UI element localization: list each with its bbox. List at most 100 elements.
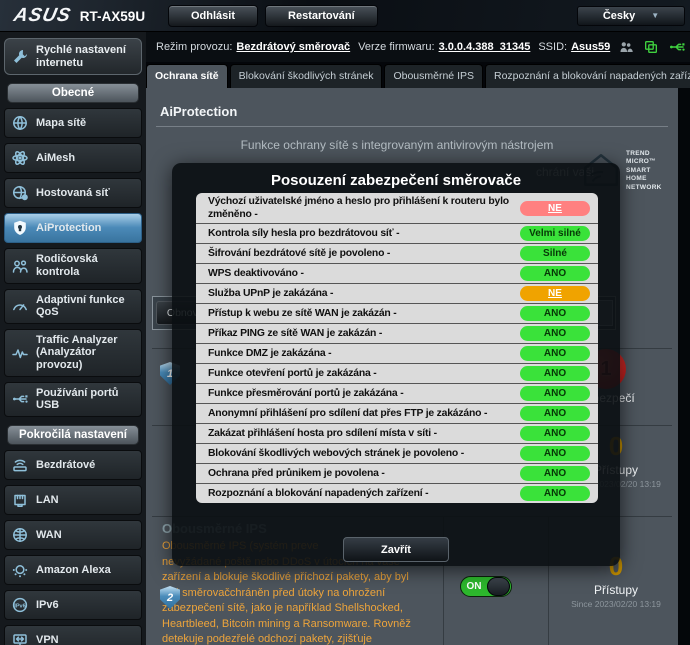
security-check-label: Funkce přesměrování portů je zakázána - xyxy=(208,387,520,400)
modal-title: Posouzení zabezpečení směrovače xyxy=(172,172,620,189)
lan-icon xyxy=(10,491,30,509)
tab-rozpozn-n-a-blokov-n-napaden-ch-za-zen-[interactable]: Rozpoznání a blokování napadených zaříze… xyxy=(485,64,690,88)
status-icons xyxy=(618,38,686,56)
toggle-knob xyxy=(487,577,510,596)
usb-icon[interactable] xyxy=(668,38,686,56)
sidebar-item-amazon-alexa[interactable]: Amazon Alexa xyxy=(4,555,142,585)
brand: ASUS RT-AX59U xyxy=(0,5,168,27)
tab-blokov-n-kodliv-ch-str-nek[interactable]: Blokování škodlivých stránek xyxy=(230,64,383,88)
status-badge: ANO xyxy=(520,266,590,281)
page-title: AiProtection xyxy=(160,104,237,119)
wrench-icon xyxy=(10,48,30,66)
sidebar-item-adaptivn-funkce-qos[interactable]: Adaptivní funkce QoS xyxy=(4,289,142,324)
tab-bar: Ochrana sítěBlokování škodlivých stránek… xyxy=(146,62,690,88)
top-bar: ASUS RT-AX59U Odhlásit Restartování Česk… xyxy=(0,0,690,32)
security-check-row: Zakázat přihlášení hosta pro sdílení mís… xyxy=(196,423,598,443)
sidebar-item-label: Mapa sítě xyxy=(36,117,86,130)
security-check-label: Rozpoznání a blokování napadených zaříze… xyxy=(208,487,520,500)
sidebar-item-vpn[interactable]: VPN xyxy=(4,625,142,645)
sidebar-item-traffic-analyzer-analyz-tor-provozu-[interactable]: Traffic Analyzer (Analyzátor provozu) xyxy=(4,329,142,377)
sidebar-item-label: AiMesh xyxy=(36,152,75,165)
tab-ochrana-s-t-[interactable]: Ochrana sítě xyxy=(146,64,228,88)
sidebar-item-hostovan-s-[interactable]: Hostovaná síť xyxy=(4,178,142,208)
sidebar-item-pou-v-n-port-usb[interactable]: Používání portů USB xyxy=(4,382,142,417)
ips-toggle[interactable]: ON xyxy=(460,576,512,597)
security-check-row: Funkce otevření portů je zakázána -ANO xyxy=(196,363,598,383)
security-check-row: Přístup k webu ze sítě WAN je zakázán -A… xyxy=(196,303,598,323)
security-check-label: Anonymní přihlášení pro sdílení dat přes… xyxy=(208,407,520,420)
status-badge: ANO xyxy=(520,326,590,341)
traffic-icon xyxy=(10,344,30,362)
status-badge: ANO xyxy=(520,426,590,441)
mode-label: Režim provozu: xyxy=(156,41,232,53)
sidebar: Rychlé nastavení internetu ObecnéMapa sí… xyxy=(0,32,146,645)
sidebar-item-ipv6[interactable]: IPv6 IPv6 xyxy=(4,590,142,620)
sidebar-item-rodi-ovsk-kontrola[interactable]: Rodičovská kontrola xyxy=(4,248,142,283)
security-check-row: Příkaz PING ze sítě WAN je zakázán -ANO xyxy=(196,323,598,343)
status-badge[interactable]: NE xyxy=(520,286,590,301)
sidebar-item-label: Rychlé nastavení internetu xyxy=(36,44,136,69)
sidebar-item-label: Hostovaná síť xyxy=(36,187,110,200)
asus-logo: ASUS xyxy=(12,5,73,27)
sidebar-item-label: AiProtection xyxy=(36,222,101,235)
ips-description-line: Heartbleed, Bitcoin mining a Ransomware.… xyxy=(162,617,448,633)
security-check-label: Funkce otevření portů je zakázána - xyxy=(208,367,520,380)
status-badge: ANO xyxy=(520,406,590,421)
language-label: Česky xyxy=(603,10,635,22)
ssid-label: SSID: xyxy=(538,41,567,53)
chevron-down-icon: ▼ xyxy=(651,11,659,20)
alexa-icon xyxy=(10,561,30,579)
sidebar-item-label: Amazon Alexa xyxy=(36,564,111,577)
sidebar-item-mapa-s-t-[interactable]: Mapa sítě xyxy=(4,108,142,138)
sidebar-item-quick-setup[interactable]: Rychlé nastavení internetu xyxy=(4,38,142,75)
mode-link[interactable]: Bezdrátový směrovač xyxy=(236,41,350,53)
security-check-row: Šifrování bezdrátové sítě je povoleno -S… xyxy=(196,243,598,263)
sidebar-item-aiprotection[interactable]: AiProtection xyxy=(4,213,142,243)
close-button[interactable]: Zavřít xyxy=(343,537,449,562)
clients-icon[interactable] xyxy=(618,39,634,55)
language-dropdown[interactable]: Česky ▼ xyxy=(577,6,685,26)
ips-description-line: zabezpečení sítě, jako je například Shel… xyxy=(162,601,448,617)
globe-icon xyxy=(10,114,30,132)
ssid-link[interactable]: Asus59 xyxy=(571,41,610,53)
security-check-label: Přístup k webu ze sítě WAN je zakázán - xyxy=(208,307,520,320)
security-check-row: Služba UPnP je zakázána -NE xyxy=(196,283,598,303)
trend-micro-logo-text: TREND MICRO™ SMART HOME NETWORK xyxy=(626,150,678,192)
firmware-label: Verze firmwaru: xyxy=(358,41,434,53)
security-check-label: Příkaz PING ze sítě WAN je zakázán - xyxy=(208,327,520,340)
logout-button[interactable]: Odhlásit xyxy=(168,5,258,27)
sidebar-item-label: WAN xyxy=(36,529,62,542)
sidebar-item-label: LAN xyxy=(36,494,59,507)
status-badge: ANO xyxy=(520,466,590,481)
security-check-list: Výchozí uživatelské jméno a heslo pro př… xyxy=(196,193,598,503)
status-badge: Velmi silné xyxy=(520,226,590,241)
reboot-button[interactable]: Restartování xyxy=(265,5,378,27)
ipv6-icon: IPv6 xyxy=(10,596,30,614)
router-admin-page: ASUS RT-AX59U Odhlásit Restartování Česk… xyxy=(0,0,690,645)
devices-icon[interactable] xyxy=(643,39,659,55)
status-badge: ANO xyxy=(520,446,590,461)
status-badge: ANO xyxy=(520,366,590,381)
sidebar-item-bezdr-tov-[interactable]: Bezdrátové xyxy=(4,450,142,480)
sidebar-item-wan[interactable]: WAN xyxy=(4,520,142,550)
vpn-icon xyxy=(10,631,30,645)
divider xyxy=(156,126,668,127)
hits-since: Since 2023/02/20 13:19 xyxy=(561,599,671,609)
parental-icon xyxy=(10,257,30,275)
sidebar-item-label: Bezdrátové xyxy=(36,459,95,472)
security-check-row: WPS deaktivováno -ANO xyxy=(196,263,598,283)
firmware-link[interactable]: 3.0.0.4.388_31345 xyxy=(439,41,531,53)
security-check-row: Funkce přesměrování portů je zakázána -A… xyxy=(196,383,598,403)
sidebar-item-label: Rodičovská kontrola xyxy=(36,253,136,278)
security-check-label: Blokování škodlivých webových stránek je… xyxy=(208,447,520,460)
sidebar-item-label: Adaptivní funkce QoS xyxy=(36,294,136,319)
gauge-icon xyxy=(10,297,30,315)
status-bar: Režim provozu: Bezdrátový směrovač Verze… xyxy=(146,32,690,62)
sidebar-item-aimesh[interactable]: AiMesh xyxy=(4,143,142,173)
status-badge[interactable]: NE xyxy=(520,201,590,216)
sidebar-item-lan[interactable]: LAN xyxy=(4,485,142,515)
sidebar-item-label: IPv6 xyxy=(36,599,59,612)
tab-obousm-rn-ips[interactable]: Obousměrné IPS xyxy=(384,64,483,88)
security-check-label: Šifrování bezdrátové sítě je povoleno - xyxy=(208,247,520,260)
mesh-icon xyxy=(10,149,30,167)
